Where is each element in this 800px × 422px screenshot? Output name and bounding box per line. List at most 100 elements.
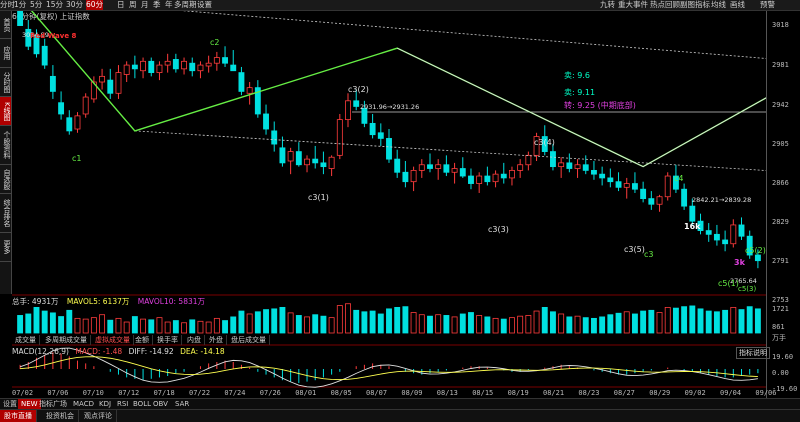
volume-bar [730, 306, 737, 334]
candle-body [443, 164, 450, 173]
right-tool-6[interactable]: 预警 [760, 0, 775, 10]
volume-bar [664, 306, 671, 334]
bottom-tab-0[interactable]: 股市直播 [0, 410, 37, 422]
volume-tab-4[interactable]: 换手率 [154, 335, 182, 345]
volume-bar [550, 311, 556, 334]
period-tab-12[interactable]: 设置 [197, 0, 212, 10]
indicator-tab-2[interactable]: 指标广场 [36, 399, 70, 409]
time-tick: 07/10 [82, 389, 104, 397]
sidebar-item-1[interactable]: 应用 [0, 39, 11, 68]
candle-body [213, 57, 220, 64]
volume-bar [263, 309, 269, 334]
volume-bar [74, 317, 81, 334]
period-tab-8[interactable]: 月 [141, 0, 149, 10]
period-tab-6[interactable]: 日 [117, 0, 125, 10]
period-tab-0[interactable]: 分时 [0, 0, 15, 10]
candle-body [730, 224, 737, 245]
volume-bar [640, 310, 647, 334]
volume-bar [312, 314, 319, 334]
price-tick: 2753 [772, 296, 789, 304]
candle-body [156, 64, 163, 74]
volume-bar [386, 308, 392, 334]
wave-label-c4: c4 [674, 174, 684, 183]
volume-bar [361, 311, 368, 334]
sidebar-item-4[interactable]: 个股资料 [0, 126, 11, 165]
sidebar-item-3[interactable]: K线图 [0, 97, 11, 126]
volume-bar [492, 317, 499, 334]
period-tab-5[interactable]: 60分 [86, 0, 104, 10]
time-tick: 07/06 [47, 389, 69, 397]
wave-label-c3-5: c3(5) [624, 245, 645, 254]
volume-tab-7[interactable]: 盘后成交量 [228, 335, 270, 345]
volume-header: 总手: 4931万 MAVOL5: 6137万 MAVOL10: 5831万 [12, 296, 205, 307]
candle-body [713, 233, 720, 241]
candle-body [648, 198, 655, 205]
sidebar-item-2[interactable]: 分时图 [0, 68, 11, 97]
period-tab-bar: 分时 1分 5分 15分 30分 60分 日周月季年多周期 设置 九转 重大事件 热点回顾 副图指标均… [0, 0, 800, 11]
sidebar-item-5[interactable]: 自选股 [0, 165, 11, 194]
volume-bar [131, 316, 138, 334]
candle-body [689, 205, 696, 222]
sidebar-item-0[interactable]: 首页 [0, 11, 11, 39]
bottom-tab-1[interactable]: 投资机会 [42, 410, 79, 422]
period-tab-10[interactable]: 年 [165, 0, 173, 10]
volume-bar [345, 303, 351, 334]
volume-bar [287, 312, 294, 334]
volume-tab-0[interactable]: 成交量 [12, 335, 40, 345]
right-tool-0[interactable]: 九转 [600, 0, 615, 10]
volume-tab-5[interactable]: 内盘 [184, 335, 205, 345]
indicator-tab-5[interactable]: RSI [114, 399, 131, 409]
volume-tab-6[interactable]: 外盘 [206, 335, 227, 345]
volume-tab-2[interactable]: 虚拟成交量 [92, 335, 134, 345]
candle-body [246, 87, 253, 94]
bottom-tab-2[interactable]: 观点评论 [80, 410, 117, 422]
volume-bar [205, 321, 212, 334]
volume-bar [435, 314, 442, 334]
volume-bar [90, 317, 97, 334]
price-tick: 3018 [772, 21, 789, 29]
volume-tab-1[interactable]: 多周期成交量 [42, 335, 91, 345]
indicator-tab-0[interactable]: 设置 [0, 399, 20, 409]
candle-body [435, 164, 442, 169]
candle-body [509, 169, 515, 179]
volume-total: 总手: 4931万 [12, 297, 59, 306]
sidebar-item-6[interactable]: 综合排名 [0, 194, 11, 233]
period-tab-9[interactable]: 季 [153, 0, 161, 10]
right-tool-4[interactable]: 均线 [711, 0, 726, 10]
volume-bar [140, 318, 147, 334]
right-tool-2[interactable]: 热点回顾 [650, 0, 680, 10]
right-tool-5[interactable]: 画线 [730, 0, 745, 10]
volume-bar [500, 318, 507, 334]
period-tab-1[interactable]: 1分 [14, 0, 26, 10]
right-tool-3[interactable]: 副图指标 [680, 0, 710, 10]
candle-body [320, 162, 327, 168]
volume-bar [631, 313, 638, 334]
indicator-tab-3[interactable]: MACD [70, 399, 97, 409]
volume-bar [672, 307, 679, 334]
period-tab-7[interactable]: 周 [129, 0, 137, 10]
sidebar-item-7[interactable]: 更多 [0, 233, 11, 262]
time-tick: 08/27 [613, 389, 635, 397]
time-tick: 09/04 [720, 389, 742, 397]
candle-body [394, 158, 401, 173]
time-tick: 08/13 [436, 389, 458, 397]
indicator-tab-8[interactable]: SAR [172, 399, 192, 409]
period-tab-3[interactable]: 15分 [46, 0, 63, 10]
wave-note-label: 16k [684, 222, 701, 231]
indicator-tabs: 设置 NEW 指标广场 MACD KDJ RSI BOLL OBV SAR [0, 398, 800, 409]
candle-body [705, 230, 712, 235]
indicator-help-button[interactable]: 指标说明 [736, 347, 770, 359]
indicator-tab-4[interactable]: KDJ [96, 399, 114, 409]
price-tick: 2905 [772, 140, 789, 148]
macd-value: MACD: -1.48 [75, 347, 123, 356]
candle-body [58, 102, 65, 115]
volume-tab-3[interactable]: 金额 [132, 335, 153, 345]
right-tool-1[interactable]: 重大事件 [618, 0, 648, 10]
period-tab-4[interactable]: 30分 [66, 0, 83, 10]
period-tab-11[interactable]: 多周期 [174, 0, 197, 10]
candle-body [500, 173, 507, 179]
wave-label-c3-2: c3(2) [348, 85, 369, 94]
candle-body [164, 60, 171, 66]
period-tab-2[interactable]: 5分 [30, 0, 42, 10]
indicator-tab-7[interactable]: OBV [150, 399, 171, 409]
